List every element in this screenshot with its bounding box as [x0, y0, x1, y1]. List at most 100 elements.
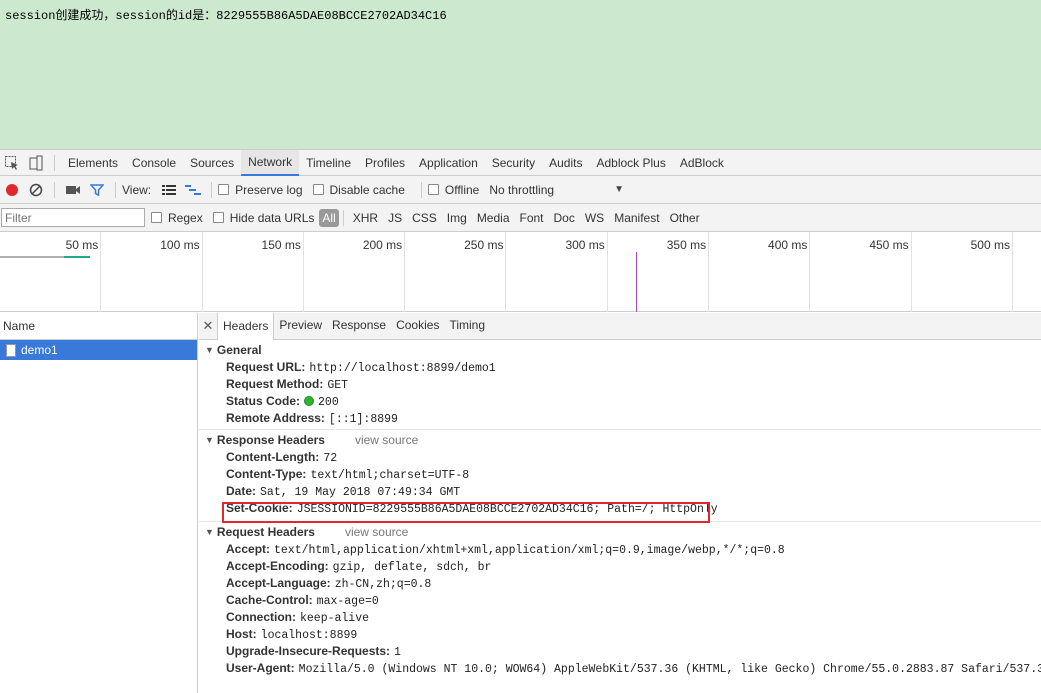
checkbox-box[interactable]	[312, 184, 324, 195]
header-row-request-method: Request Method: GET	[199, 376, 1041, 393]
tab-timeline[interactable]: Timeline	[299, 150, 358, 176]
tab-profiles[interactable]: Profiles	[358, 150, 412, 176]
checkbox-box[interactable]	[218, 184, 230, 195]
filter-type-font[interactable]: Font	[515, 211, 549, 225]
checkbox-box[interactable]	[151, 212, 162, 223]
filter-type-doc[interactable]: Doc	[549, 211, 580, 225]
list-view-icon[interactable]	[157, 178, 181, 202]
header-row-upgrade-insecure-requests: Upgrade-Insecure-Requests: 1	[199, 643, 1041, 660]
filter-type-ws[interactable]: WS	[580, 211, 609, 225]
timeline-tick-label: 300 ms	[565, 238, 605, 252]
response-headers-title[interactable]: ▼ Response Headers view source	[199, 432, 1041, 449]
tab-sources[interactable]: Sources	[183, 150, 241, 176]
tab-adblock[interactable]: AdBlock	[673, 150, 731, 176]
throttling-select[interactable]: No throttling ▼	[489, 183, 624, 197]
header-row-date: Date: Sat, 19 May 2018 07:49:34 GMT	[199, 483, 1041, 500]
timeline-tick: 500 ms	[912, 232, 1013, 312]
network-toolbar: View: Preserve log Disable cache Offline…	[0, 176, 1041, 204]
header-value: Mozilla/5.0 (Windows NT 10.0; WOW64) App…	[298, 663, 1041, 676]
name-column-header[interactable]: Name	[0, 313, 197, 340]
request-headers-title[interactable]: ▼ Request Headers view source	[199, 524, 1041, 541]
separator	[54, 154, 55, 171]
triangle-down-icon: ▼	[205, 527, 214, 537]
checkbox-box[interactable]	[427, 184, 439, 195]
detail-tab-list: Headers Preview Response Cookies Timing	[217, 313, 490, 340]
tab-network[interactable]: Network	[241, 149, 300, 176]
triangle-down-icon: ▼	[205, 435, 214, 445]
timeline-tick: 50 ms	[0, 232, 102, 312]
timeline-tick-label: 500 ms	[970, 238, 1010, 252]
filter-type-other[interactable]: Other	[665, 211, 705, 225]
filter-input[interactable]	[1, 208, 145, 227]
preserve-log-checkbox[interactable]: Preserve log	[218, 183, 303, 197]
requests-list: Name demo1	[0, 313, 198, 693]
detail-tab-headers[interactable]: Headers	[217, 313, 275, 340]
timeline-tick: 350 ms	[608, 232, 710, 312]
tab-application[interactable]: Application	[412, 150, 485, 176]
view-source-link[interactable]: view source	[355, 432, 418, 449]
detail-tab-preview[interactable]: Preview	[274, 313, 327, 338]
tab-security[interactable]: Security	[485, 150, 542, 176]
request-headers-section: ▼ Request Headers view source Accept: text/…	[199, 521, 1041, 677]
filter-type-all[interactable]: All	[319, 208, 339, 227]
offline-checkbox[interactable]: Offline	[427, 183, 479, 197]
disable-cache-label: Disable cache	[329, 182, 405, 197]
devtools-panel: Elements Console Sources Network Timeline Pro…	[0, 149, 1041, 693]
devtools-tab-bar: Elements Console Sources Network Timeline Pro…	[0, 149, 1041, 176]
waterfall-view-icon[interactable]	[181, 178, 205, 202]
timeline-overview[interactable]: 50 ms 100 ms 150 ms 200 ms 250 ms 300 ms 350 m…	[0, 232, 1041, 312]
regex-checkbox[interactable]: Regex	[151, 211, 203, 225]
separator	[115, 181, 116, 198]
header-key: Request URL:	[226, 360, 306, 374]
view-source-link[interactable]: view source	[345, 524, 408, 541]
general-section-title[interactable]: ▼ General	[199, 342, 1041, 359]
header-row-accept-language: Accept-Language: zh-CN,zh;q=0.8	[199, 575, 1041, 592]
filter-type-img[interactable]: Img	[442, 211, 472, 225]
tab-elements[interactable]: Elements	[61, 150, 125, 176]
header-value: Sat, 19 May 2018 07:49:34 GMT	[260, 486, 461, 499]
resource-type-filters: All XHR JS CSS Img Media Font Doc WS Manifest Othe…	[319, 208, 705, 227]
timeline-tick: 100 ms	[101, 232, 203, 312]
request-row-demo1[interactable]: demo1	[0, 340, 197, 360]
detail-tab-cookies[interactable]: Cookies	[391, 313, 444, 338]
header-row-user-agent: User-Agent: Mozilla/5.0 (Windows NT 10.0;…	[199, 660, 1041, 677]
tab-adblock-plus[interactable]: Adblock Plus	[589, 150, 672, 176]
checkbox-box[interactable]	[212, 212, 224, 223]
header-row-accept-encoding: Accept-Encoding: gzip, deflate, sdch, br	[199, 558, 1041, 575]
filter-type-css[interactable]: CSS	[407, 211, 442, 225]
header-value: 1	[394, 646, 401, 659]
header-row-request-url: Request URL: http://localhost:8899/demo1	[199, 359, 1041, 376]
general-section: ▼ General Request URL: http://localhost:88…	[199, 340, 1041, 427]
general-rows: Request URL: http://localhost:8899/demo1 R…	[199, 359, 1041, 427]
screenshot-camera-icon[interactable]	[61, 178, 85, 202]
header-key: User-Agent:	[226, 661, 295, 675]
close-icon[interactable]: ✕	[199, 318, 217, 334]
triangle-down-icon: ▼	[205, 345, 214, 355]
detail-tab-timing[interactable]: Timing	[444, 313, 490, 338]
filter-funnel-icon[interactable]	[85, 178, 109, 202]
tab-audits[interactable]: Audits	[542, 150, 589, 176]
timeline-request-bar-green	[64, 256, 90, 258]
filter-type-js[interactable]: JS	[383, 211, 407, 225]
header-row-accept: Accept: text/html,application/xhtml+xml,a…	[199, 541, 1041, 558]
timeline-tick: 300 ms	[507, 232, 608, 312]
disable-cache-checkbox[interactable]: Disable cache	[312, 182, 405, 197]
hide-data-urls-checkbox[interactable]: Hide data URLs	[212, 211, 314, 225]
detail-tabs: ✕ Headers Preview Response Cookies Timing	[199, 313, 1041, 340]
filter-type-xhr[interactable]: XHR	[348, 211, 383, 225]
separator	[420, 181, 422, 198]
tab-console[interactable]: Console	[125, 150, 183, 176]
filter-type-media[interactable]: Media	[472, 211, 515, 225]
header-value: [::1]:8899	[328, 413, 398, 426]
device-mode-icon[interactable]	[24, 151, 48, 175]
record-icon[interactable]	[0, 178, 24, 202]
header-key: Remote Address:	[226, 411, 325, 425]
request-name: demo1	[21, 343, 58, 357]
header-key: Accept-Encoding:	[226, 559, 329, 573]
filter-type-manifest[interactable]: Manifest	[609, 211, 664, 225]
inspect-element-icon[interactable]	[0, 151, 24, 175]
header-key: Status Code:	[226, 394, 301, 408]
separator	[211, 181, 213, 198]
clear-icon[interactable]	[24, 178, 48, 202]
detail-tab-response[interactable]: Response	[327, 313, 391, 338]
